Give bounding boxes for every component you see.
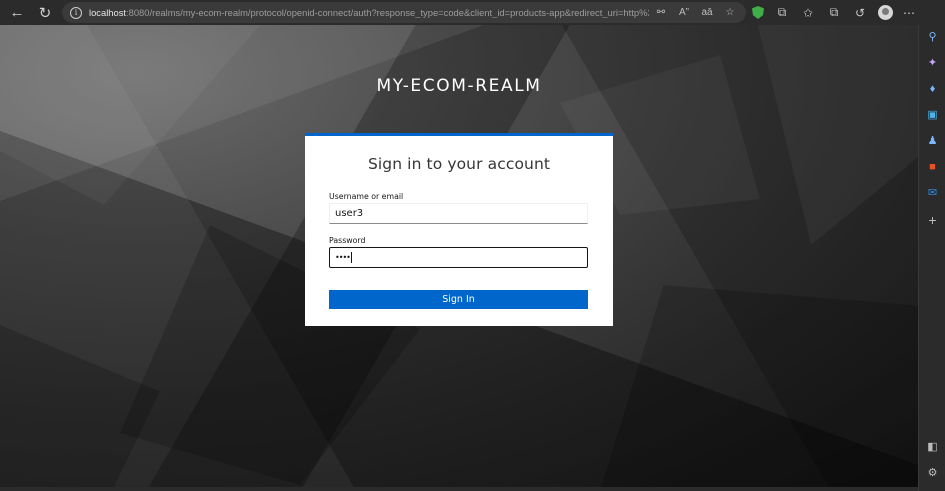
refresh-icon[interactable]: ↻ <box>31 0 59 25</box>
login-card: Sign in to your account Username or emai… <box>305 133 613 326</box>
settings-icon[interactable]: ⚙ <box>926 467 939 480</box>
add-icon[interactable]: + <box>926 213 939 227</box>
key-icon[interactable]: ⚯ <box>655 7 667 18</box>
username-value: user3 <box>335 208 364 219</box>
password-label: Password <box>329 236 366 245</box>
url-text[interactable]: localhost:8080/realms/my-ecom-realm/prot… <box>89 7 649 18</box>
shopping-icon[interactable]: ♦ <box>926 83 939 96</box>
login-heading: Sign in to your account <box>367 155 551 173</box>
tools-icon[interactable]: ▣ <box>926 109 939 122</box>
background-facet <box>600 285 918 491</box>
search-icon[interactable]: ⚲ <box>926 31 939 44</box>
profile-avatar[interactable] <box>878 5 893 20</box>
more-dots-icon[interactable]: ⋯ <box>903 6 915 20</box>
sign-in-button[interactable]: Sign In <box>329 290 588 309</box>
read-aloud-icon[interactable]: A” <box>678 7 690 18</box>
games-icon[interactable]: ♟ <box>926 135 939 148</box>
realm-title: MY-ECOM-REALM <box>376 76 542 96</box>
back-arrow-icon[interactable]: ← <box>3 0 31 25</box>
collections-icon[interactable]: ⧉ <box>826 5 842 20</box>
sidebar-collapse-icon[interactable]: ◧ <box>926 441 939 454</box>
site-info-icon[interactable]: i <box>70 6 82 19</box>
browser-sidebar: ⚲ ✦ ♦ ▣ ♟ ■ ✉ + ◧ ⚙ <box>918 25 945 491</box>
copilot-icon[interactable]: ✦ <box>926 57 939 70</box>
address-bar[interactable]: i localhost:8080/realms/my-ecom-realm/pr… <box>62 2 746 23</box>
bottom-bar <box>0 487 918 491</box>
background-facet <box>0 25 260 205</box>
shield-extension-icon[interactable] <box>752 6 764 19</box>
office-icon[interactable]: ■ <box>926 161 939 174</box>
background-facet <box>0 325 160 491</box>
puzzle-icon[interactable]: ⧉ <box>774 5 790 20</box>
browser-toolbar: ← ↻ i localhost:8080/realms/my-ecom-real… <box>0 0 945 25</box>
favorite-star-icon[interactable]: ☆ <box>724 7 736 18</box>
url-path: :8080/realms/my-ecom-realm/protocol/open… <box>126 7 649 18</box>
password-field[interactable]: •••• <box>329 247 588 268</box>
translate-icon[interactable]: aā <box>701 7 713 18</box>
history-icon[interactable]: ↺ <box>852 6 868 20</box>
username-field[interactable]: user3 <box>329 203 588 224</box>
favorites-icon[interactable]: ✩ <box>800 6 816 20</box>
background-facet <box>757 25 918 245</box>
outlook-icon[interactable]: ✉ <box>926 187 939 200</box>
password-value: •••• <box>335 253 351 262</box>
url-host: localhost <box>89 7 127 18</box>
login-page: MY-ECOM-REALM Sign in to your account Us… <box>0 25 918 491</box>
username-label: Username or email <box>329 192 404 201</box>
text-caret <box>350 251 352 263</box>
